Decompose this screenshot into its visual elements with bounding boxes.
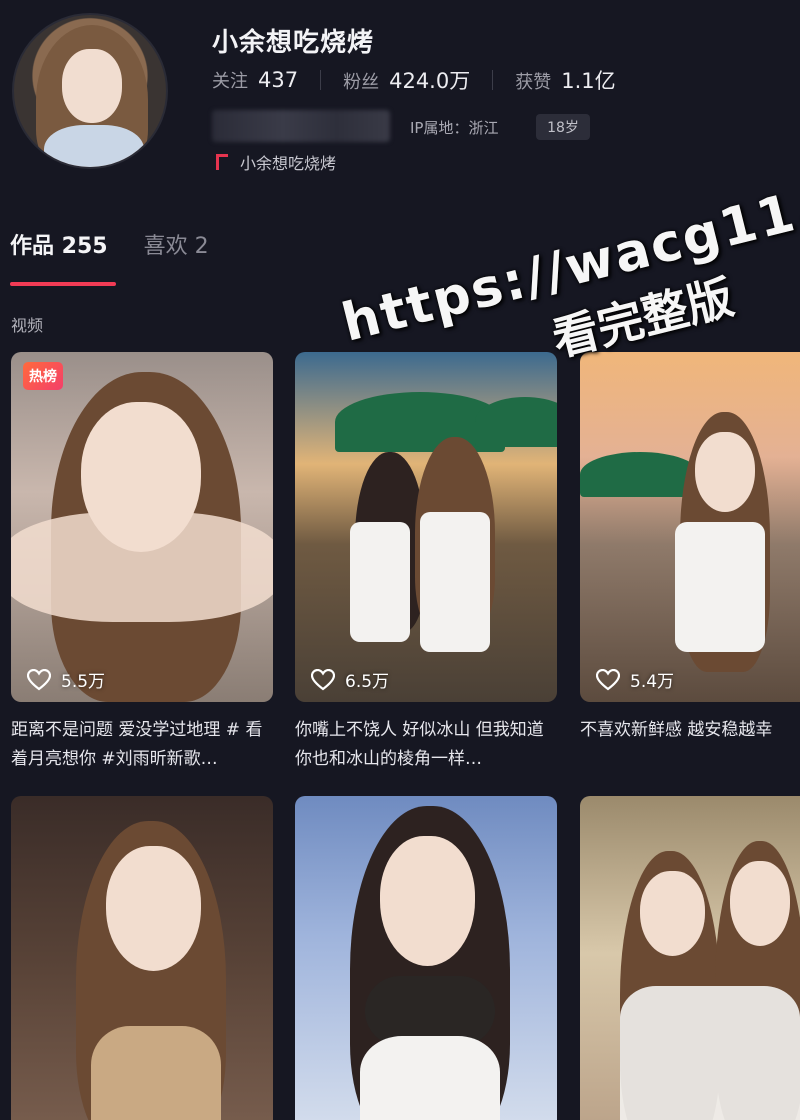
profile-tabs: 作品 255 喜欢 2 [10,228,245,260]
profile-stats: 关注 437 粉丝 424.0万 获赞 1.1亿 [212,64,616,96]
active-tab-indicator [10,282,116,286]
ip-location: IP属地：浙江 [410,119,499,137]
video-thumbnail[interactable] [295,796,557,1120]
video-thumbnail[interactable] [580,796,800,1120]
profile-avatar[interactable] [12,13,168,169]
section-label-videos: 视频 [11,316,44,335]
profile-link-text: 小余想吃烧烤 [240,154,337,173]
stat-divider [492,70,494,90]
heart-icon [27,668,51,690]
video-thumbnail[interactable]: 热榜 5.5万 [11,352,273,702]
video-card[interactable] [295,796,557,1120]
video-card[interactable] [11,796,273,1120]
tab-works[interactable]: 作品 255 [10,228,108,260]
video-card[interactable]: 热榜 5.5万 距离不是问题 爱没学过地理 # 看着月亮想你 #刘雨昕新歌… [11,352,273,774]
stat-following-value: 437 [258,68,299,92]
stat-likes[interactable]: 获赞 1.1亿 [515,65,615,95]
stat-following[interactable]: 关注 437 [212,67,298,93]
heart-icon [596,668,620,690]
profile-link[interactable]: 小余想吃烧烤 [216,150,336,174]
stat-divider [320,70,322,90]
video-thumbnail[interactable] [11,796,273,1120]
stat-likes-value: 1.1亿 [561,69,616,93]
video-likes: 6.5万 [311,667,389,692]
stat-likes-label: 获赞 [515,72,552,93]
stat-following-label: 关注 [212,71,248,92]
video-likes: 5.5万 [27,667,105,692]
video-thumbnail[interactable]: 6.5万 [295,352,557,702]
video-card[interactable] [580,796,800,1120]
video-caption[interactable]: 你嘴上不饶人 好似冰山 但我知道 你也和冰山的棱角一样… [295,716,557,774]
watermark-url: https://wacg11.com [336,147,800,354]
video-likes-count: 5.4万 [630,672,675,692]
blurred-account-id [212,110,390,142]
stat-followers-label: 粉丝 [343,72,380,93]
tab-likes[interactable]: 喜欢 2 [144,228,209,260]
stat-followers-value: 424.0万 [389,69,471,93]
hot-badge: 热榜 [23,362,63,390]
link-marker-icon [216,154,228,170]
video-card[interactable]: 6.5万 你嘴上不饶人 好似冰山 但我知道 你也和冰山的棱角一样… [295,352,557,774]
video-caption[interactable]: 距离不是问题 爱没学过地理 # 看着月亮想你 #刘雨昕新歌… [11,716,273,774]
heart-icon [311,668,335,690]
profile-username: 小余想吃烧烤 [212,28,375,58]
video-caption[interactable]: 不喜欢新鲜感 越安稳越幸 [580,716,800,774]
video-likes-count: 5.5万 [61,672,106,692]
video-likes: 5.4万 [596,667,674,692]
stat-followers[interactable]: 粉丝 424.0万 [343,65,470,95]
video-likes-count: 6.5万 [345,672,390,692]
video-thumbnail[interactable]: 5.4万 [580,352,800,702]
video-card[interactable]: 5.4万 不喜欢新鲜感 越安稳越幸 [580,352,800,774]
age-badge: 18岁 [536,114,590,140]
